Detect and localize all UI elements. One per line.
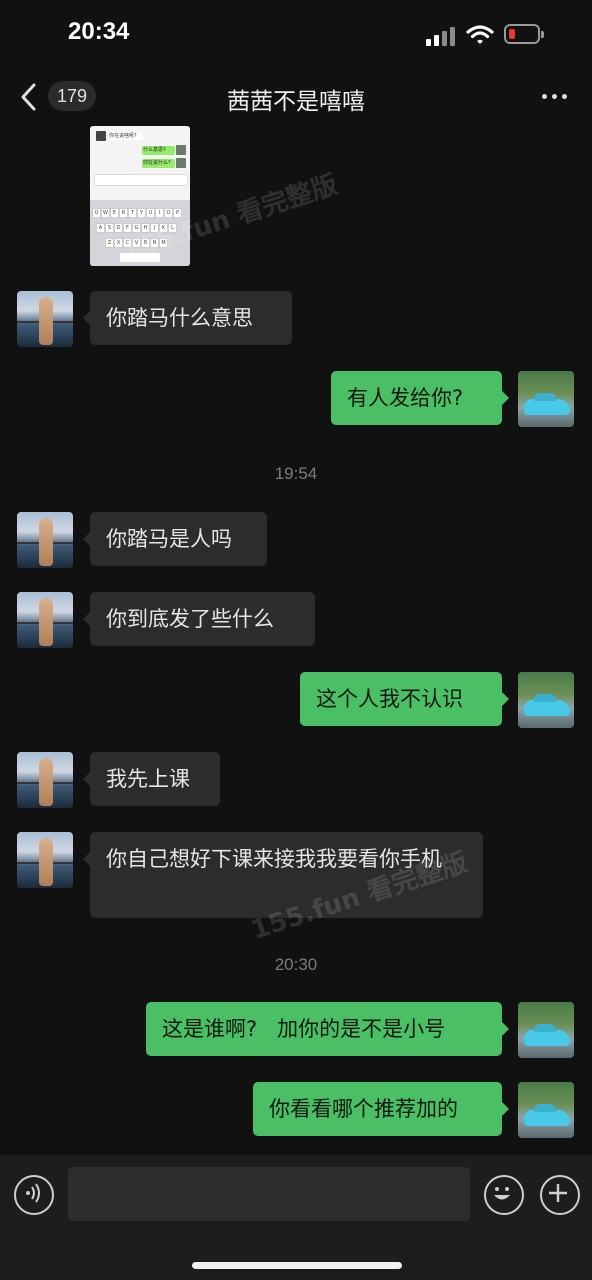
contact-avatar[interactable] [17, 291, 73, 347]
self-avatar[interactable] [518, 371, 574, 427]
status-time: 20:34 [68, 18, 130, 45]
self-avatar[interactable] [518, 1082, 574, 1138]
chat-title: 茜茜不是嘻嘻 [227, 89, 365, 115]
outgoing-message-bubble[interactable]: 这个人我不认识 [300, 672, 509, 726]
cellular-signal-icon [426, 26, 458, 46]
thumb-avatar [96, 131, 106, 141]
home-indicator[interactable] [192, 1262, 402, 1269]
contact-avatar[interactable] [17, 832, 73, 888]
message-input[interactable] [68, 1167, 470, 1221]
thumb-msg-2: 什么意思? [142, 146, 175, 155]
contact-avatar[interactable] [17, 512, 73, 568]
incoming-message-bubble[interactable]: 你踏马是人吗 [83, 512, 267, 566]
incoming-message-bubble[interactable]: 你踏马什么意思 [83, 291, 292, 345]
thumb-input [94, 174, 188, 186]
thumb-msg-3: 你在说什么? [142, 159, 175, 168]
self-avatar[interactable] [518, 1002, 574, 1058]
thumb-avatar-2 [176, 145, 186, 155]
emoji-icon[interactable] [484, 1175, 524, 1215]
outgoing-message-bubble[interactable]: 有人发给你? [331, 371, 509, 425]
message-input-bar [0, 1155, 592, 1280]
plus-icon[interactable] [540, 1175, 580, 1215]
chat-header: 179 茜茜不是嘻嘻 [0, 70, 592, 126]
self-avatar[interactable] [518, 672, 574, 728]
contact-avatar[interactable] [17, 752, 73, 808]
outgoing-message-bubble[interactable]: 这是谁啊? 加你的是不是小号 [146, 1002, 509, 1056]
thumb-avatar-3 [176, 158, 186, 168]
wifi-icon [466, 25, 494, 44]
contact-avatar[interactable] [17, 592, 73, 648]
message-timestamp: 20:30 [274, 955, 318, 974]
incoming-message-bubble[interactable]: 我先上课 [83, 752, 220, 806]
battery-icon [504, 24, 544, 44]
voice-icon[interactable] [14, 1175, 54, 1215]
thumb-msg-1: 你在说啥呢? [108, 132, 143, 140]
more-dots-icon[interactable] [540, 84, 570, 108]
incoming-message-bubble[interactable]: 你到底发了些什么 [83, 592, 315, 646]
outgoing-message-bubble[interactable]: 你看看哪个推荐加的 [253, 1082, 509, 1136]
message-timestamp: 19:54 [274, 464, 318, 483]
status-bar: 20:34 [0, 0, 592, 70]
